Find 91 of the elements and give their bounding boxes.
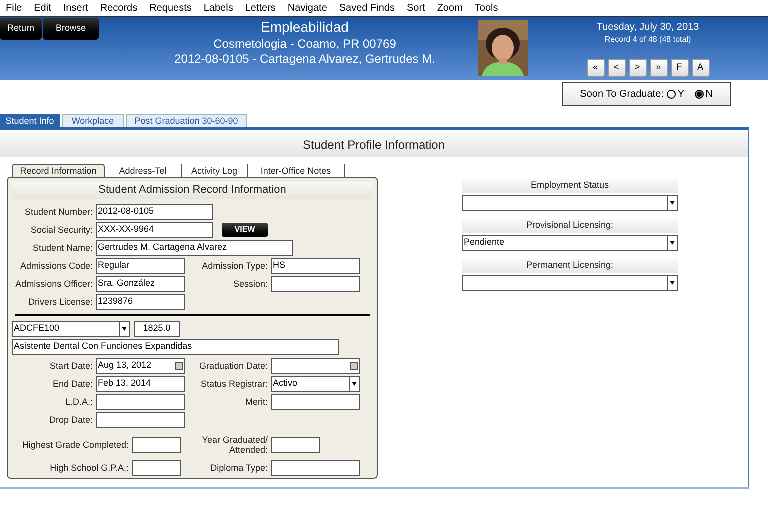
header-subtitle: Cosmetologia - Coamo, PR 00769 <box>214 36 396 52</box>
field-label: Diploma Type: <box>210 463 269 473</box>
input-field[interactable]: Sra. González <box>96 276 185 292</box>
input-field[interactable]: 2012-08-0105 <box>96 204 213 220</box>
dropdown-arrow-icon[interactable] <box>119 322 129 336</box>
input-field[interactable]: Regular <box>96 258 185 274</box>
menu-item[interactable]: Navigate <box>288 0 328 16</box>
field-label: Student Number: <box>24 207 94 217</box>
input-field[interactable] <box>132 437 181 453</box>
input-field[interactable] <box>271 394 360 410</box>
field-label: Highest Grade Completed: <box>21 440 130 450</box>
tab[interactable]: Workplace <box>62 114 124 127</box>
menu-item[interactable]: Saved Finds <box>339 0 395 16</box>
form-title: Student Admission Record Information <box>98 183 286 198</box>
radio-label: Y <box>678 88 685 102</box>
dropdown[interactable]: ADCFE100 <box>12 321 130 337</box>
header-button[interactable]: Return <box>0 18 42 40</box>
header-title: Empleabilidad <box>261 19 349 36</box>
field-label: Graduation Date: <box>198 361 269 371</box>
soon-to-graduate-label: Soon To Graduate: <box>580 88 664 102</box>
nav-button[interactable]: A <box>692 58 710 76</box>
field-label: Social Security: <box>30 225 94 235</box>
nav-button[interactable]: » <box>650 58 668 76</box>
tab[interactable]: Student Info <box>0 114 60 127</box>
record-count: Record 4 of 48 (48 total) <box>604 34 692 44</box>
field-label: Provisional Licensing: <box>526 219 614 232</box>
input-field[interactable]: 1825.0 <box>134 321 180 337</box>
dropdown-arrow-icon[interactable] <box>349 377 359 391</box>
dropdown-arrow-icon[interactable] <box>667 276 677 290</box>
field-label: Admissions Officer: <box>14 279 94 289</box>
radio-button[interactable] <box>666 90 676 98</box>
sub-tab[interactable]: Record Information <box>12 164 105 177</box>
radio-button[interactable] <box>694 90 704 98</box>
field-label: End Date: <box>52 379 94 389</box>
menu-item[interactable]: Zoom <box>437 0 463 16</box>
field-label: Permanent Licensing: <box>526 259 614 272</box>
input-field[interactable]: Asistente Dental Con Funciones Expandidas <box>12 339 339 355</box>
record-line: 2012-08-0105 - Cartagena Alvarez, Gertrudes M. <box>174 52 436 66</box>
field-label: Session: <box>232 279 269 289</box>
menu-item[interactable]: Edit <box>34 0 52 16</box>
nav-button[interactable]: < <box>608 58 626 76</box>
input-field[interactable]: 1239876 <box>96 294 185 310</box>
radio-label: N <box>706 88 713 102</box>
input-field[interactable] <box>271 437 320 453</box>
field-label: Merit: <box>244 397 269 407</box>
dropdown[interactable]: Pendiente <box>462 235 678 251</box>
menu-item[interactable]: Insert <box>63 0 88 16</box>
nav-button[interactable]: > <box>628 58 646 76</box>
calendar-icon[interactable] <box>350 362 358 370</box>
menu-item[interactable]: Labels <box>204 0 234 16</box>
nav-button[interactable]: F <box>670 58 688 76</box>
field-label: Admission Type: <box>201 261 269 271</box>
dropdown[interactable]: Activo <box>271 376 360 392</box>
input-field[interactable]: Aug 13, 2012 <box>96 358 185 374</box>
field-label: Employment Status <box>530 179 610 192</box>
section-title: Student Profile Information <box>302 136 446 154</box>
field-label: Drivers License: <box>27 297 94 307</box>
field-label: L.D.A.: <box>64 397 94 407</box>
input-field[interactable] <box>96 394 185 410</box>
input-field[interactable] <box>96 412 185 428</box>
input-field[interactable]: HS <box>271 258 360 274</box>
menu-item[interactable]: Records <box>100 0 138 16</box>
view-button[interactable]: VIEW <box>222 223 268 237</box>
menu-item[interactable]: Tools <box>474 0 498 16</box>
nav-button[interactable]: « <box>586 58 604 76</box>
field-label: Admissions Code: <box>19 261 94 271</box>
input-field[interactable]: Gertrudes M. Cartagena Alvarez <box>96 240 293 256</box>
field-label: Year Graduated/ Attended: <box>201 435 269 455</box>
input-field[interactable] <box>271 276 360 292</box>
header-button[interactable]: Browse <box>43 18 99 40</box>
menu-item[interactable]: Sort <box>406 0 426 16</box>
calendar-icon[interactable] <box>175 362 183 370</box>
input-field[interactable] <box>271 460 360 476</box>
input-field[interactable]: XXX-XX-9964 <box>96 222 213 238</box>
input-field[interactable] <box>132 460 181 476</box>
date-label: Tuesday, July 30, 2013 <box>596 22 700 34</box>
input-field[interactable] <box>271 358 360 374</box>
field-label: Drop Date: <box>48 415 94 425</box>
dropdown-arrow-icon[interactable] <box>667 196 677 210</box>
dropdown-arrow-icon[interactable] <box>667 236 677 250</box>
dropdown[interactable] <box>462 275 678 291</box>
tab[interactable]: Post Graduation 30-60-90 <box>126 114 247 127</box>
menu-item[interactable]: File <box>6 0 22 16</box>
menu-item[interactable]: Requests <box>150 0 192 16</box>
field-label: Start Date: <box>48 361 94 371</box>
field-label: Status Registrar: <box>200 379 269 389</box>
input-field[interactable]: Feb 13, 2014 <box>96 376 185 392</box>
field-label: High School G.P.A.: <box>49 463 130 473</box>
dropdown[interactable] <box>462 195 678 211</box>
field-label: Student Name: <box>32 243 94 253</box>
menu-item[interactable]: Letters <box>245 0 276 16</box>
